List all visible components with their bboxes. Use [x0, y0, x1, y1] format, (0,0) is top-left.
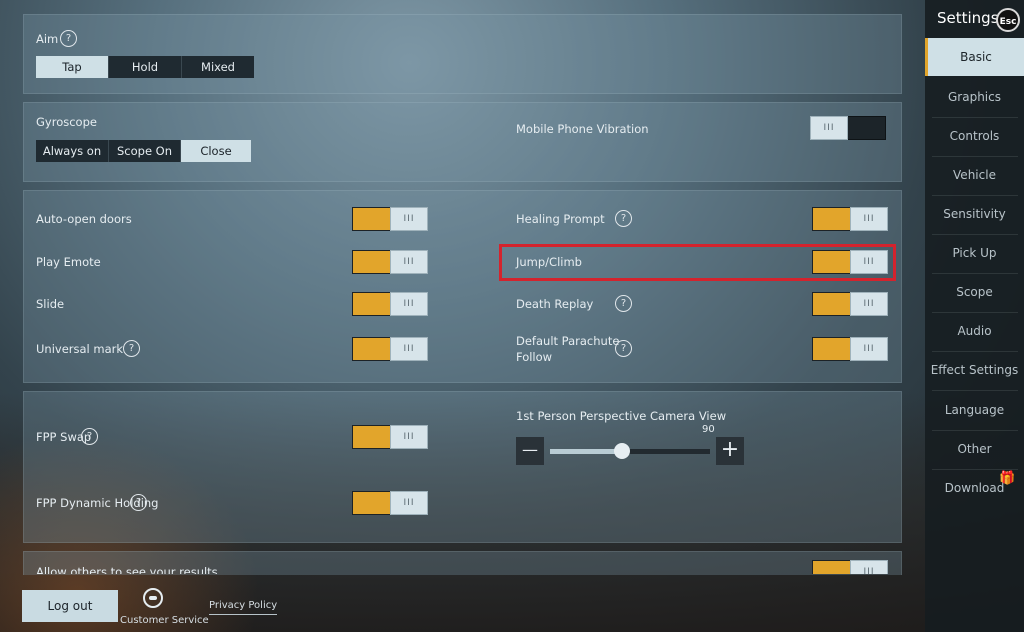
gyroscope-segmented-control: Always on Scope On Close	[36, 140, 251, 162]
toggle-knob: III	[850, 560, 888, 574]
toggles-panel	[23, 190, 902, 383]
toggle-knob: III	[390, 491, 428, 515]
toggle-knob: III	[390, 250, 428, 274]
sidebar-item-sensitivity[interactable]: Sensitivity	[925, 195, 1024, 233]
fpp-swap-toggle[interactable]: III	[352, 425, 428, 449]
fpp-panel	[23, 391, 902, 543]
settings-title: Settings	[937, 9, 999, 27]
auto-open-doors-toggle[interactable]: III	[352, 207, 428, 231]
toggle-knob: III	[850, 292, 888, 316]
sidebar-item-language[interactable]: Language	[925, 391, 1024, 429]
toggle-knob: III	[850, 207, 888, 231]
healing-prompt-help-icon[interactable]: ?	[615, 210, 632, 227]
gyroscope-option-scope-on[interactable]: Scope On	[109, 140, 181, 162]
default-parachute-follow-toggle[interactable]: III	[812, 337, 888, 361]
gyroscope-option-close[interactable]: Close	[181, 140, 251, 162]
sidebar-item-controls[interactable]: Controls	[925, 117, 1024, 155]
slide-toggle[interactable]: III	[352, 292, 428, 316]
camera-view-decrease-button[interactable]: —	[516, 437, 544, 465]
sidebar-item-vehicle[interactable]: Vehicle	[925, 156, 1024, 194]
vibration-toggle[interactable]: III	[810, 116, 886, 140]
death-replay-label: Death Replay	[516, 297, 594, 311]
sidebar-item-basic[interactable]: Basic	[925, 38, 1024, 76]
healing-prompt-label: Healing Prompt	[516, 212, 605, 226]
sidebar-item-pick-up[interactable]: Pick Up	[925, 234, 1024, 272]
esc-close-button[interactable]: Esc	[996, 8, 1020, 32]
default-parachute-follow-help-icon[interactable]: ?	[615, 340, 632, 357]
toggle-knob: III	[390, 425, 428, 449]
camera-view-label: 1st Person Perspective Camera View	[516, 409, 727, 423]
auto-open-doors-label: Auto-open doors	[36, 212, 132, 226]
aim-option-hold[interactable]: Hold	[109, 56, 182, 78]
sidebar-item-effect-settings[interactable]: Effect Settings	[925, 351, 1024, 389]
vibration-label: Mobile Phone Vibration	[516, 122, 649, 136]
sidebar-item-scope[interactable]: Scope	[925, 273, 1024, 311]
jump-climb-highlight-box	[499, 244, 896, 281]
aim-segmented-control: Tap Hold Mixed	[36, 56, 254, 78]
default-parachute-follow-label-line2: Follow	[516, 350, 553, 364]
fpp-dynamic-holding-toggle[interactable]: III	[352, 491, 428, 515]
customer-service-icon[interactable]	[143, 588, 163, 608]
sidebar-item-other[interactable]: Other	[925, 430, 1024, 468]
play-emote-label: Play Emote	[36, 255, 101, 269]
aim-help-icon[interactable]: ?	[60, 30, 77, 47]
universal-mark-label: Universal mark	[36, 342, 124, 356]
camera-view-slider-fill	[550, 449, 622, 454]
privacy-policy-link[interactable]: Privacy Policy	[209, 600, 278, 615]
vibration-toggle-knob: III	[810, 116, 848, 140]
default-parachute-follow-label-line1: Default Parachute	[516, 334, 620, 348]
camera-view-increase-button[interactable]: +	[716, 437, 744, 465]
toggle-knob: III	[390, 292, 428, 316]
log-out-button[interactable]: Log out	[22, 590, 118, 622]
customer-service-label[interactable]: Customer Service	[120, 615, 209, 626]
gyroscope-option-always-on[interactable]: Always on	[36, 140, 109, 162]
toggle-knob: III	[390, 337, 428, 361]
aim-option-tap[interactable]: Tap	[36, 56, 109, 78]
aim-panel	[23, 14, 902, 94]
slide-label: Slide	[36, 297, 65, 311]
aim-label: Aim	[36, 32, 59, 46]
allow-results-label: Allow others to see your results	[36, 565, 218, 574]
universal-mark-help-icon[interactable]: ?	[123, 340, 140, 357]
toggle-knob: III	[390, 207, 428, 231]
fpp-dynamic-holding-help-icon[interactable]: ?	[130, 494, 147, 511]
death-replay-help-icon[interactable]: ?	[615, 295, 632, 312]
sidebar-item-audio[interactable]: Audio	[925, 312, 1024, 350]
gift-icon: 🎁	[999, 471, 1016, 486]
camera-view-value: 90	[702, 424, 715, 435]
universal-mark-toggle[interactable]: III	[352, 337, 428, 361]
gyroscope-label: Gyroscope	[36, 115, 97, 129]
aim-option-mixed[interactable]: Mixed	[182, 56, 254, 78]
toggle-knob: III	[850, 337, 888, 361]
play-emote-toggle[interactable]: III	[352, 250, 428, 274]
death-replay-toggle[interactable]: III	[812, 292, 888, 316]
camera-view-slider-thumb[interactable]	[614, 443, 630, 459]
healing-prompt-toggle[interactable]: III	[812, 207, 888, 231]
fpp-swap-help-icon[interactable]: ?	[81, 428, 98, 445]
sidebar-item-graphics[interactable]: Graphics	[925, 78, 1024, 116]
camera-view-slider-track[interactable]	[550, 449, 710, 454]
allow-results-toggle[interactable]: III	[812, 560, 888, 574]
